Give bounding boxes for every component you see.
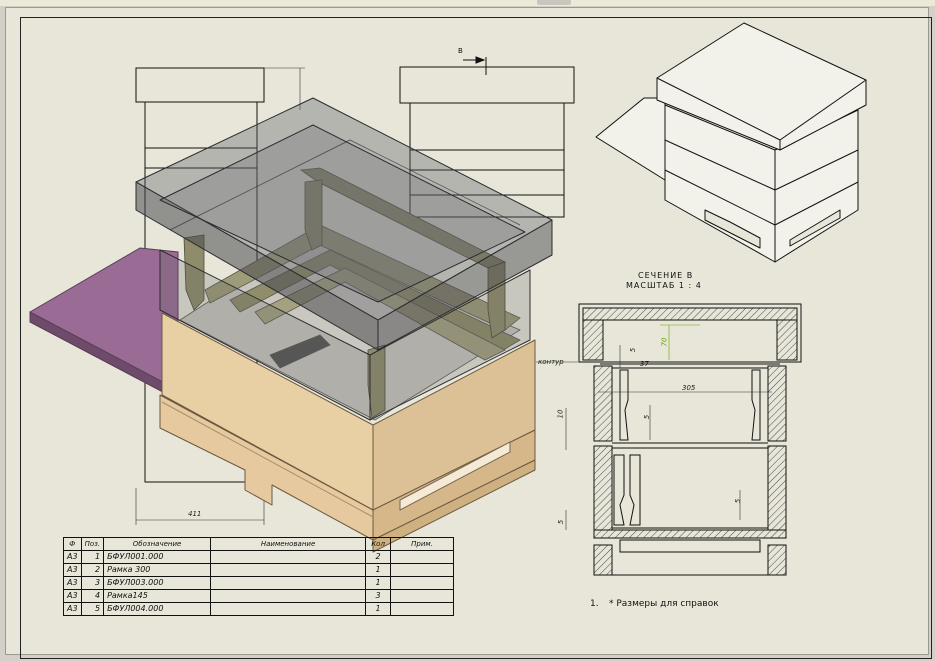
bom-header-note: Прим.	[390, 537, 455, 551]
bom-cell-designation: Рамка145	[103, 589, 212, 603]
bom-cell-qty: 1	[365, 602, 392, 616]
bom-header-qty: Кол	[365, 537, 392, 551]
bom-cell-format: А3	[63, 589, 82, 603]
bom-cell-pos: 2	[80, 563, 105, 577]
bom-cell-format: А3	[63, 576, 82, 590]
bom-cell-note	[390, 576, 455, 590]
bom-cell-qty: 1	[365, 576, 392, 590]
contour-label: контур	[538, 358, 564, 366]
bom-row: А3 1 БФУЛ001.000 2	[63, 550, 455, 564]
bom-cell-name	[210, 550, 367, 564]
section-title: СЕЧЕНИЕ В	[638, 271, 694, 280]
bom-header-name: Наименование	[210, 537, 367, 551]
bill-of-materials: Ф Поз. Обозначение Наименование Кол Прим…	[63, 537, 455, 616]
bom-cell-name	[210, 589, 367, 603]
bom-row: А3 3 БФУЛ003.000 1	[63, 576, 455, 590]
bom-cell-name	[210, 563, 367, 577]
view-marker-label: B	[458, 47, 463, 55]
bom-cell-qty: 3	[365, 589, 392, 603]
bom-header-row: Ф Поз. Обозначение Наименование Кол Прим…	[63, 537, 455, 551]
bom-cell-designation: Рамка 300	[103, 563, 212, 577]
bom-cell-designation: БФУЛ003.000	[103, 576, 212, 590]
bom-cell-name	[210, 602, 367, 616]
bom-row: А3 2 Рамка 300 1	[63, 563, 455, 577]
bom-header-format: Ф	[63, 537, 82, 551]
section-view	[578, 303, 802, 576]
note-text: * Размеры для справок	[609, 599, 719, 609]
landing-board	[29, 247, 179, 393]
bom-cell-pos: 4	[80, 589, 105, 603]
bom-cell-pos: 3	[80, 576, 105, 590]
bom-cell-note	[390, 602, 455, 616]
bom-cell-designation: БФУЛ004.000	[103, 602, 212, 616]
bom-cell-pos: 1	[80, 550, 105, 564]
dim-label-411: 411	[188, 510, 202, 518]
bom-cell-pos: 5	[80, 602, 105, 616]
bom-cell-qty: 1	[365, 563, 392, 577]
dim-label-37: 37	[640, 360, 649, 368]
dim-label-10: 10	[556, 409, 565, 419]
bom-cell-note	[390, 550, 455, 564]
dim-label-5c: 5	[734, 498, 743, 504]
bom-cell-name	[210, 576, 367, 590]
bom-header-designation: Обозначение	[103, 537, 212, 551]
dim-label-5b: 5	[643, 414, 652, 420]
bom-row: А3 4 Рамка145 3	[63, 589, 455, 603]
iso-view	[595, 22, 867, 263]
dim-label-5a: 5	[629, 347, 638, 353]
dim-label-5d: 5	[557, 519, 566, 525]
bom-cell-note	[390, 563, 455, 577]
dim-label-305: 305	[682, 384, 696, 392]
bom-cell-designation: БФУЛ001.000	[103, 550, 212, 564]
bom-cell-format: А3	[63, 602, 82, 616]
bom-header-pos: Поз.	[80, 537, 105, 551]
bom-cell-note	[390, 589, 455, 603]
dim-label-70: 70	[660, 337, 669, 347]
section-scale: МАСШТАБ 1 : 4	[626, 281, 702, 290]
bom-cell-qty: 2	[365, 550, 392, 564]
bom-cell-format: А3	[63, 550, 82, 564]
note-number: 1.	[590, 599, 599, 609]
bom-cell-format: А3	[63, 563, 82, 577]
bom-row: А3 5 БФУЛ004.000 1	[63, 602, 455, 616]
